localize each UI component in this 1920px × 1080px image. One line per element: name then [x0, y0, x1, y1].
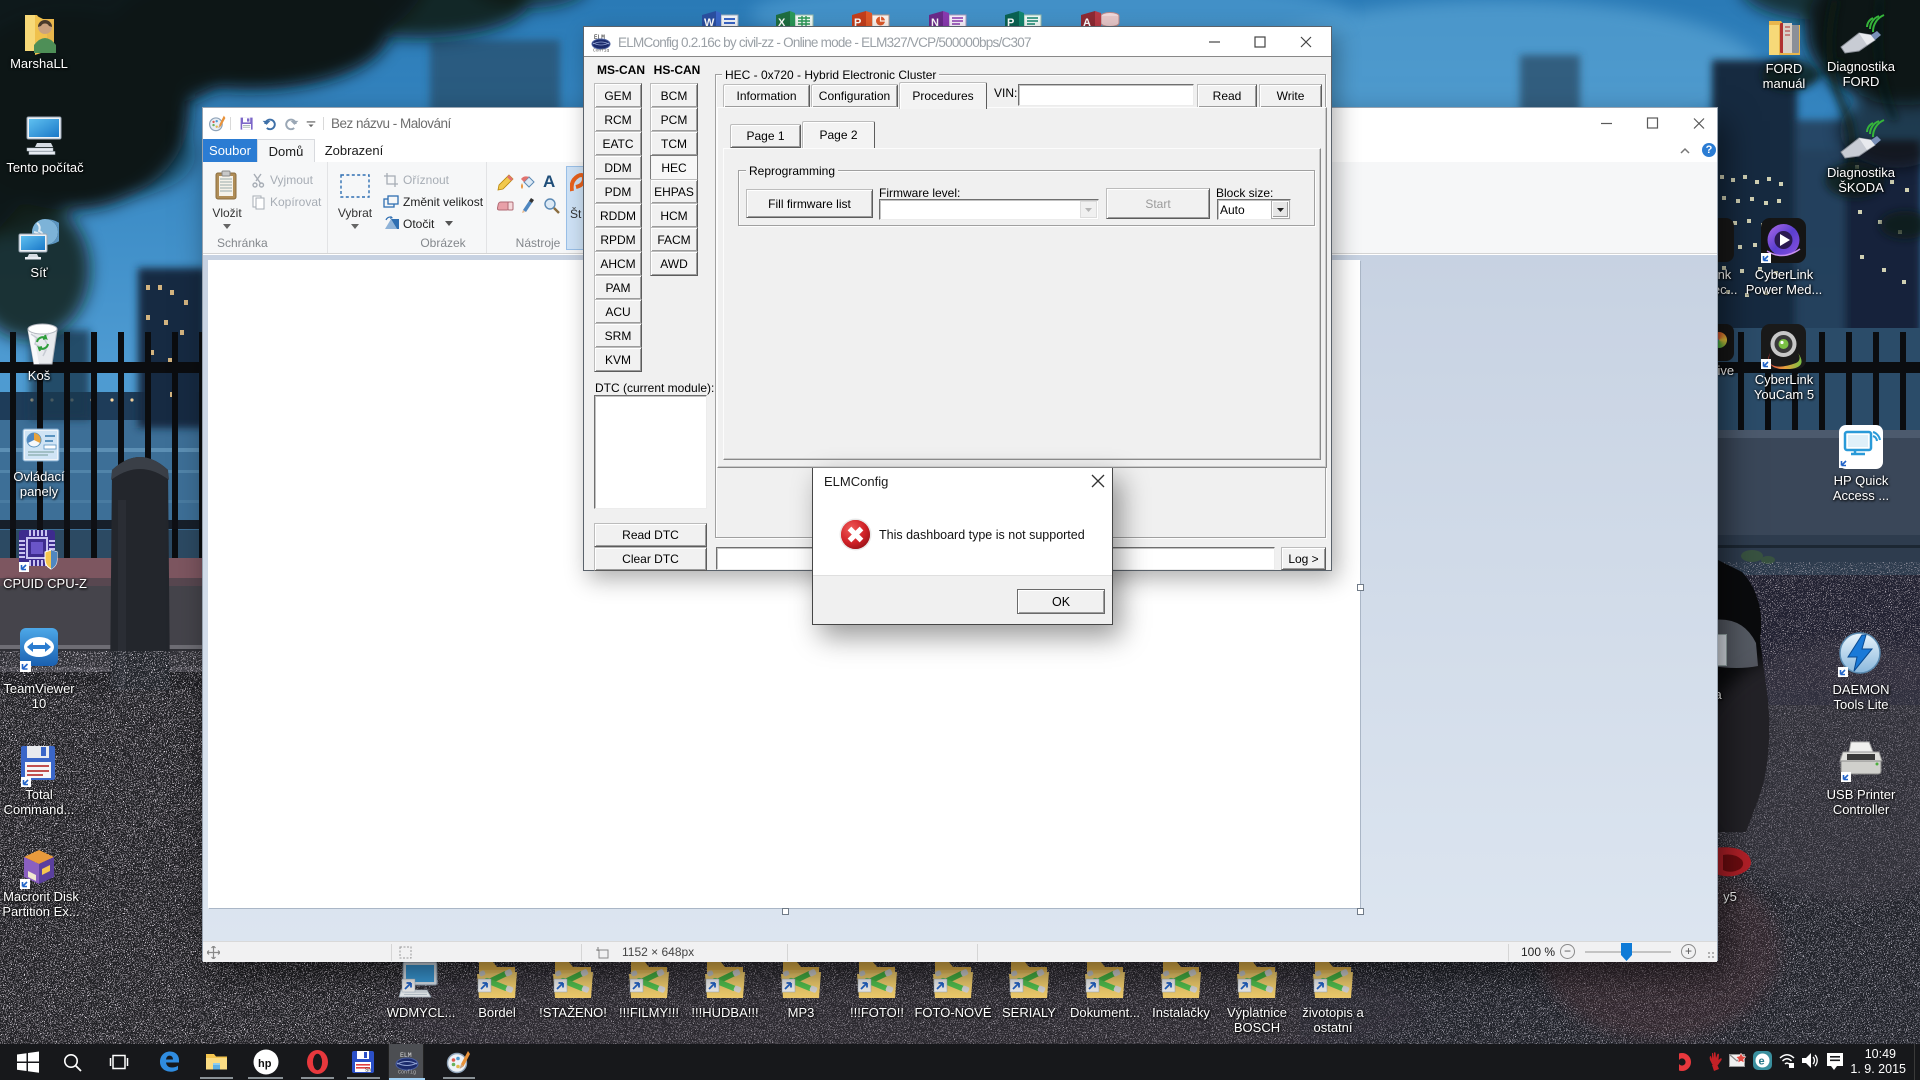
svg-text:Config: Config	[593, 48, 610, 53]
svg-text:Config: Config	[398, 1070, 416, 1076]
svg-text:Sn: Sn	[365, 1068, 371, 1074]
svg-text:hp: hp	[258, 1058, 272, 1070]
svg-text:e: e	[1759, 1056, 1765, 1068]
